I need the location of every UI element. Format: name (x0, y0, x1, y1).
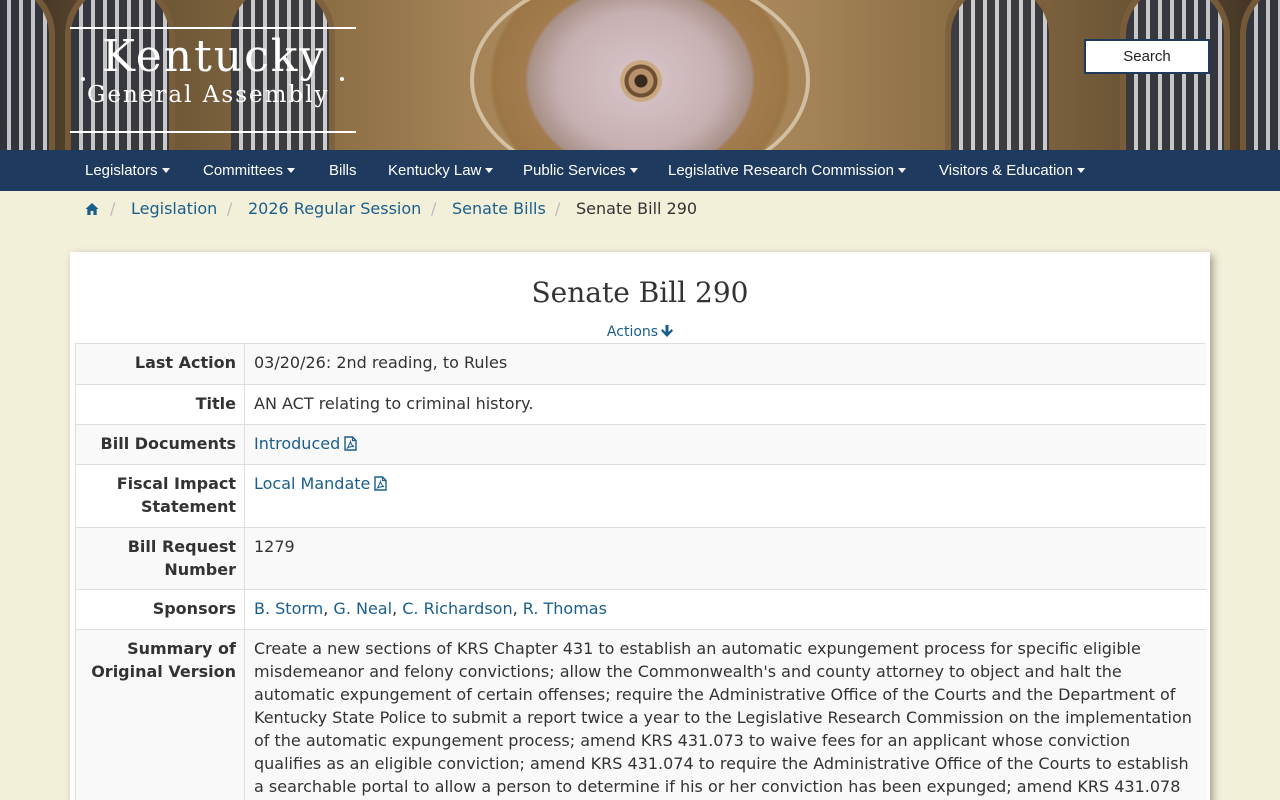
sponsor-link[interactable]: B. Storm (254, 599, 323, 618)
window-arch-image (1120, 0, 1230, 150)
row-label: Summary of Original Version (76, 630, 245, 800)
breadcrumb-separator: / (555, 199, 561, 218)
logo-subtitle: General Assembly (87, 82, 330, 108)
dome-rosette-image (620, 60, 662, 102)
pdf-file-icon[interactable] (344, 436, 357, 451)
main-nav: Legislators Committees Bills Kentucky La… (0, 150, 1280, 191)
table-row-summary: Summary of Original Version Create a new … (76, 629, 1206, 800)
window-arch-image (1240, 0, 1280, 150)
breadcrumb-senate-bills[interactable]: Senate Bills (452, 199, 546, 218)
arrow-down-icon (661, 325, 674, 337)
caret-down-icon (1076, 168, 1085, 173)
nav-item-committees[interactable]: Committees (203, 150, 296, 191)
bill-request-value: 1279 (254, 537, 295, 556)
breadcrumb-separator: / (110, 199, 116, 218)
sponsor-link[interactable]: R. Thomas (523, 599, 607, 618)
pdf-file-icon[interactable] (374, 476, 388, 491)
breadcrumb-session[interactable]: 2026 Regular Session (248, 199, 421, 218)
site-logo[interactable]: Kentucky General Assembly (70, 27, 356, 133)
table-row-title: Title AN ACT relating to criminal histor… (76, 384, 1206, 424)
row-label: Sponsors (76, 590, 245, 629)
search-button[interactable]: Search (1084, 39, 1210, 74)
nav-item-legislators[interactable]: Legislators (85, 150, 170, 191)
caret-down-icon (485, 168, 494, 173)
table-row-fiscal-impact: Fiscal Impact Statement Local Mandate (76, 464, 1206, 527)
nav-item-lrc[interactable]: Legislative Research Commission (668, 150, 906, 191)
window-arch-image (0, 0, 55, 150)
logo-dot (81, 77, 85, 81)
breadcrumb-separator: / (227, 199, 233, 218)
sponsor-link[interactable]: C. Richardson (402, 599, 512, 618)
row-label: Bill Request Number (76, 528, 245, 589)
breadcrumb-current: Senate Bill 290 (576, 199, 698, 218)
header-banner: Kentucky General Assembly Search (0, 0, 1280, 150)
row-label: Last Action (76, 344, 245, 384)
table-row-sponsors: Sponsors B. Storm, G. Neal, C. Richardso… (76, 589, 1206, 629)
row-label: Title (76, 385, 245, 424)
caret-down-icon (629, 168, 638, 173)
table-row-last-action: Last Action 03/20/26: 2nd reading, to Ru… (76, 344, 1206, 384)
logo-title: Kentucky (102, 31, 327, 82)
nav-item-visitors-education[interactable]: Visitors & Education (939, 150, 1085, 191)
logo-dot (340, 77, 344, 81)
table-row-bill-documents: Bill Documents Introduced (76, 424, 1206, 464)
table-row-bill-request: Bill Request Number 1279 (76, 527, 1206, 589)
local-mandate-link[interactable]: Local Mandate (254, 474, 370, 493)
nav-item-kentucky-law[interactable]: Kentucky Law (388, 150, 494, 191)
sponsor-link[interactable]: G. Neal (333, 599, 392, 618)
nav-item-public-services[interactable]: Public Services (523, 150, 638, 191)
home-icon[interactable] (85, 202, 99, 216)
page-title: Senate Bill 290 (531, 276, 749, 309)
caret-down-icon (287, 168, 296, 173)
window-arch-image (945, 0, 1055, 150)
caret-down-icon (161, 168, 170, 173)
last-action-value: 03/20/26: 2nd reading, to Rules (254, 353, 508, 372)
bill-details-table: Last Action 03/20/26: 2nd reading, to Ru… (75, 343, 1206, 800)
title-value: AN ACT relating to criminal history. (254, 394, 534, 413)
breadcrumb-legislation[interactable]: Legislation (131, 199, 217, 218)
row-label: Bill Documents (76, 425, 245, 464)
introduced-link[interactable]: Introduced (254, 434, 340, 453)
actions-link[interactable]: Actions (0, 324, 1280, 340)
caret-down-icon (897, 168, 906, 173)
nav-item-bills[interactable]: Bills (329, 150, 357, 191)
row-label: Fiscal Impact Statement (76, 465, 245, 527)
breadcrumb-separator: / (431, 199, 437, 218)
summary-text: Create a new sections of KRS Chapter 431… (254, 639, 1192, 796)
